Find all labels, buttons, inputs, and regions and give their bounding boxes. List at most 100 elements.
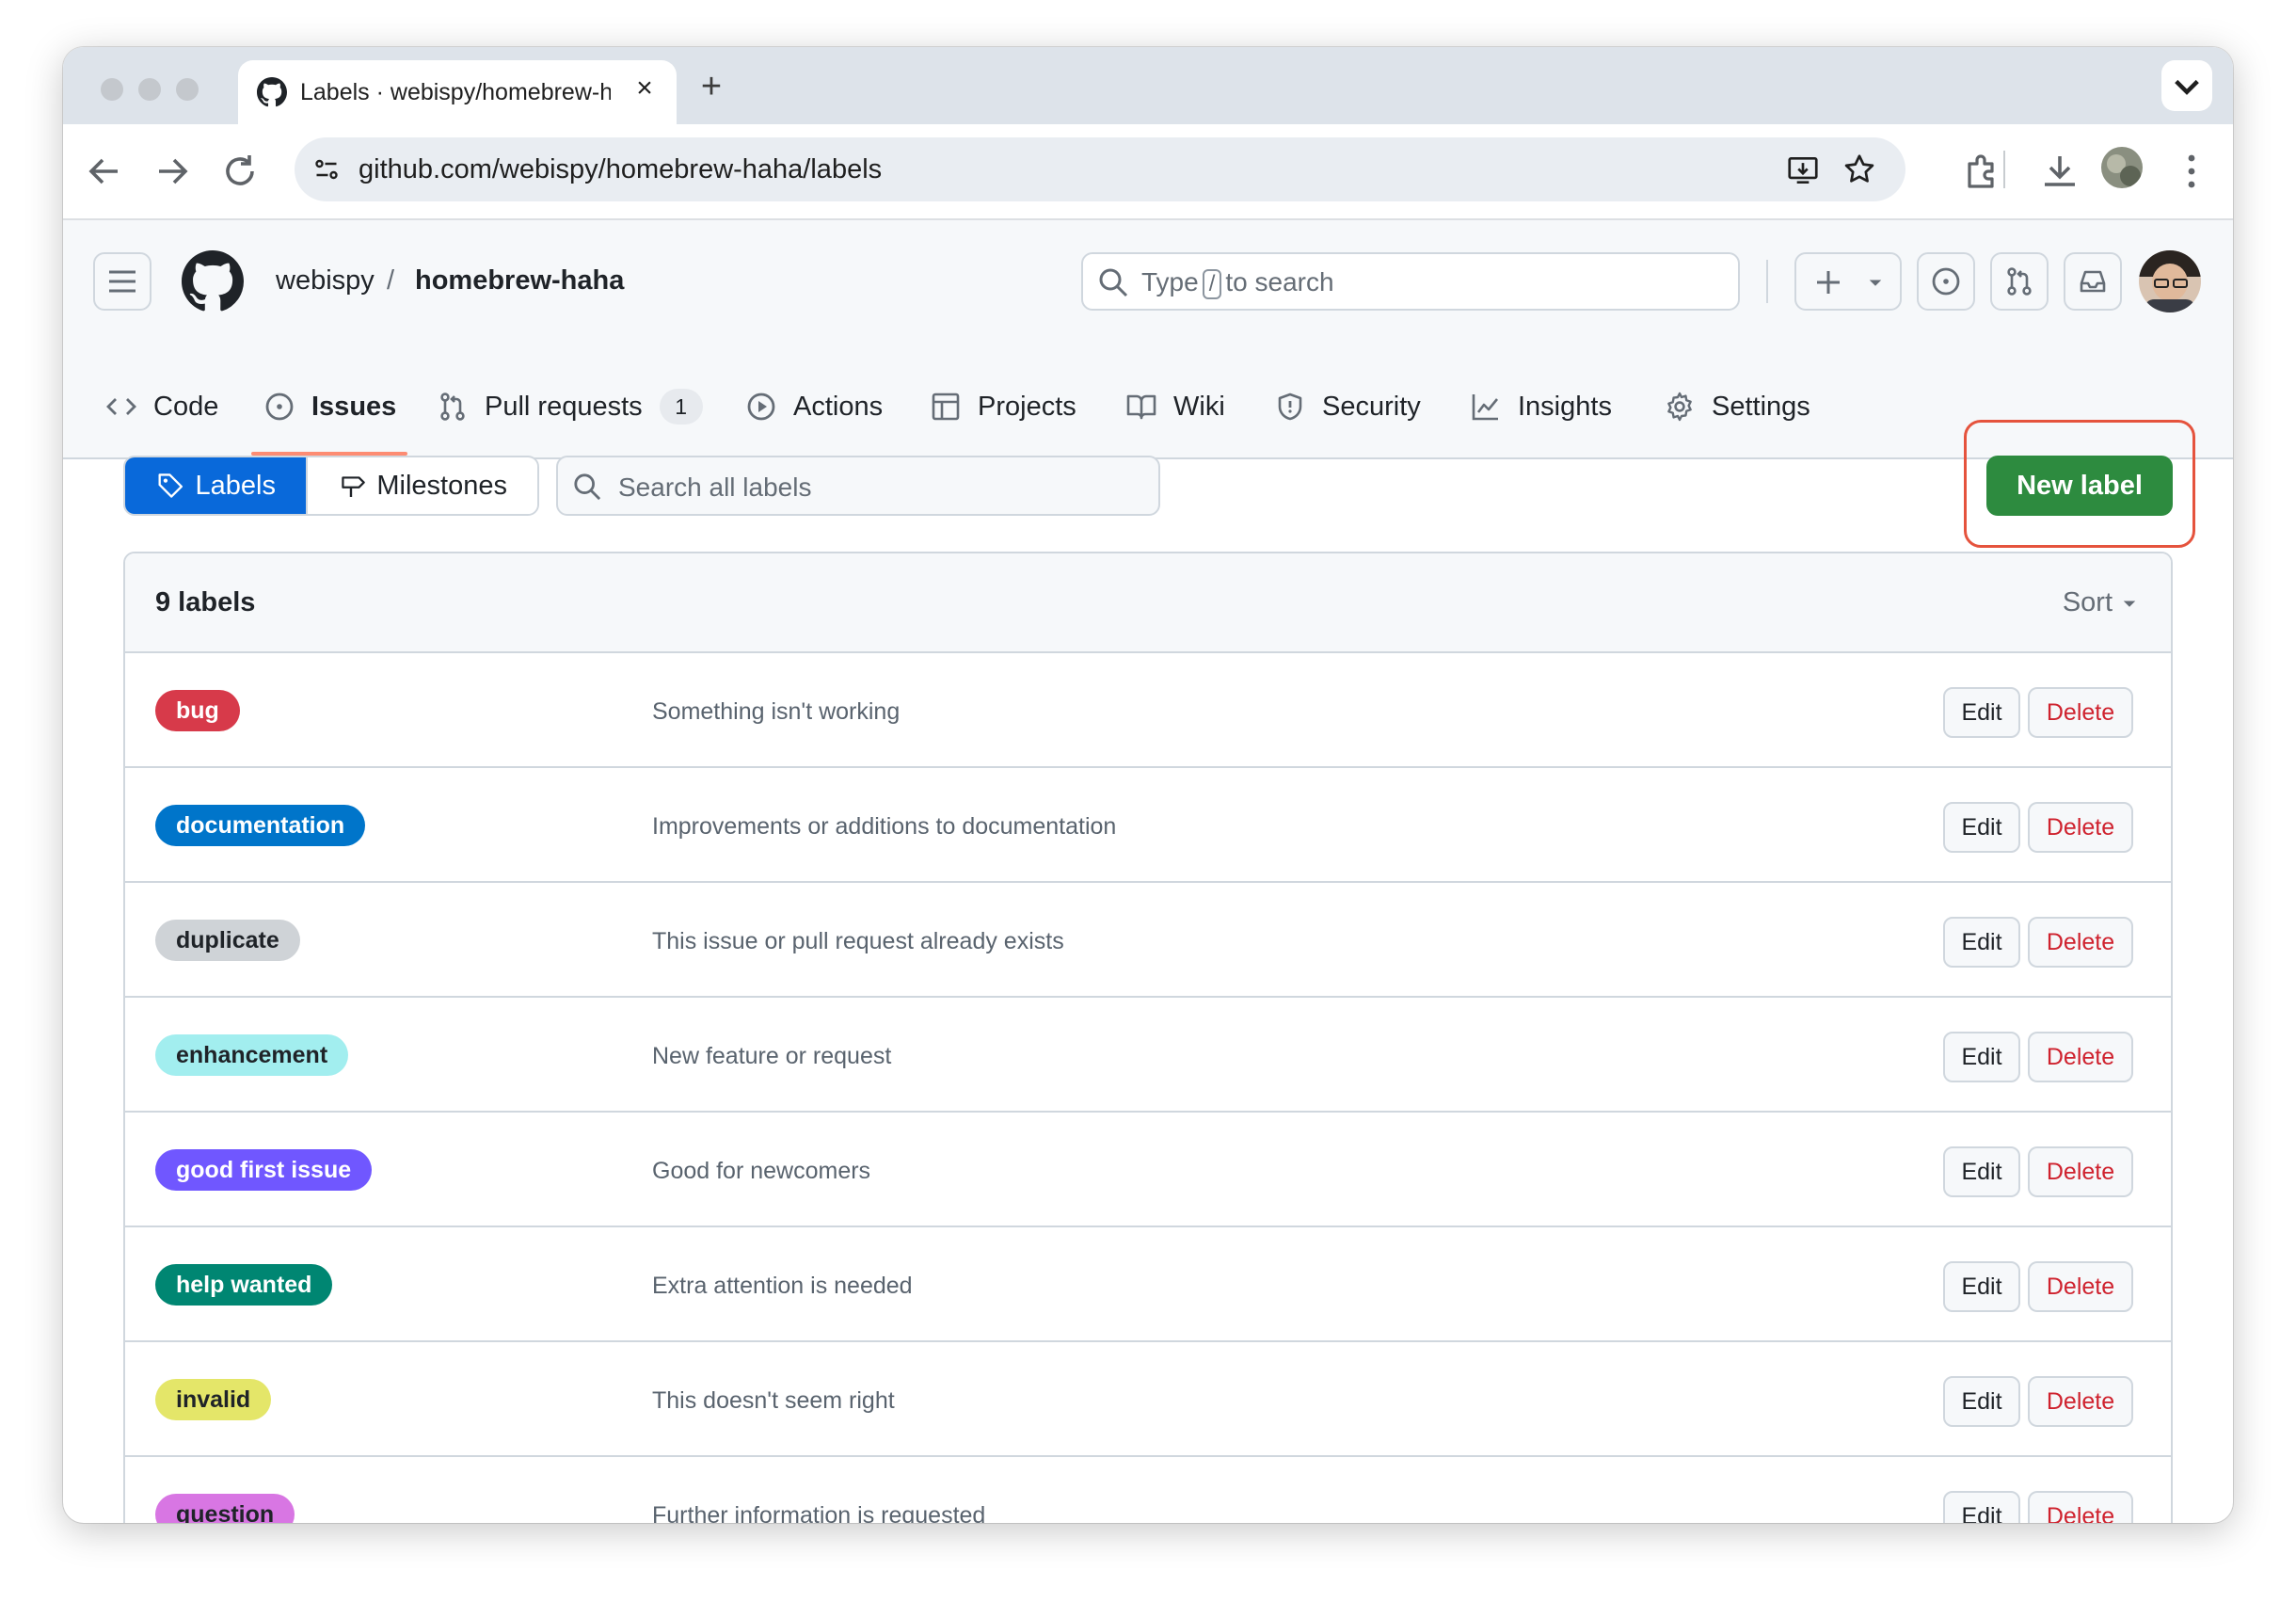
code-icon [106,398,136,415]
reload-icon[interactable] [217,149,263,194]
edit-label-button[interactable]: Edit [1943,1032,2020,1082]
tab-settings-label: Settings [1712,391,1810,422]
tab-wiki[interactable]: Wiki [1126,380,1225,433]
edit-label-button[interactable]: Edit [1943,802,2020,853]
graph-icon [1472,394,1499,421]
sort-dropdown[interactable]: Sort [2063,587,2139,618]
search-hint: Type / to search [1141,267,1334,299]
tab-settings[interactable]: Settings [1665,380,1810,433]
labels-milestones-switch: Labels Milestones [123,456,539,516]
delete-label-button[interactable]: Delete [2028,1261,2133,1312]
delete-label-button[interactable]: Delete [2028,1032,2133,1082]
tab-actions-label: Actions [793,391,884,422]
gear-icon [1667,392,1692,422]
browser-tab[interactable]: Labels · webispy/homebrew-haha × [238,60,677,124]
search-shortcut-key: / [1202,269,1222,299]
new-tab-icon[interactable]: + [690,66,733,109]
profile-avatar[interactable] [2101,147,2143,188]
pull-requests-button[interactable] [1990,252,2049,311]
label-pill[interactable]: duplicate [155,920,300,961]
tab-wiki-label: Wiki [1173,391,1225,422]
install-app-icon[interactable] [1785,152,1821,188]
tab-insights-label: Insights [1518,391,1612,422]
search-icon [1099,268,1128,297]
label-search-input[interactable]: Search all labels [556,456,1160,516]
label-pill[interactable]: enhancement [155,1034,349,1076]
label-pill[interactable]: bug [155,690,240,731]
label-description: This doesn't seem right [652,1387,895,1414]
download-icon[interactable] [2037,149,2082,194]
tab-pull-requests[interactable]: Pull requests 1 [438,380,703,433]
label-pill[interactable]: documentation [155,805,366,846]
create-new-button[interactable] [1794,252,1902,311]
inbox-button[interactable] [2064,252,2122,311]
git-pull-request-icon [440,392,465,421]
toolbar-divider [2003,151,2005,188]
label-row: documentation Improvements or additions … [125,768,2171,883]
git-pull-request-icon [2007,267,2032,296]
global-search-input[interactable]: Type / to search [1081,252,1740,311]
label-description: This issue or pull request already exist… [652,928,1064,954]
tab-close-icon[interactable]: × [630,73,660,104]
bookmark-star-icon[interactable] [1842,152,1877,187]
edit-label-button[interactable]: Edit [1943,917,2020,968]
labels-list-header: 9 labels Sort [125,553,2171,653]
label-description: Improvements or additions to documentati… [652,813,1117,840]
label-pill[interactable]: invalid [155,1379,272,1420]
tab-search-button[interactable] [2161,60,2212,111]
label-row: help wanted Extra attention is needed Ed… [125,1227,2171,1342]
issue-opened-icon [265,392,294,421]
label-pill[interactable]: question [155,1494,295,1523]
milestones-tab-button[interactable]: Milestones [306,457,537,514]
zoom-window-dot[interactable] [176,78,199,101]
extensions-icon[interactable] [1960,149,2005,194]
forward-icon[interactable] [150,149,195,194]
delete-label-button[interactable]: Delete [2028,917,2133,968]
tab-security[interactable]: Security [1275,380,1421,433]
repo-name-link[interactable]: homebrew-haha [415,265,624,296]
edit-label-button[interactable]: Edit [1943,1261,2020,1312]
play-icon [747,392,775,421]
search-icon [574,473,601,501]
table-icon [932,392,960,421]
github-logo-icon[interactable] [182,250,244,312]
edit-label-button[interactable]: Edit [1943,687,2020,738]
label-pill[interactable]: good first issue [155,1149,373,1191]
delete-label-button[interactable]: Delete [2028,802,2133,853]
repo-owner-link[interactable]: webispy [276,265,375,296]
shield-icon [1278,392,1302,421]
tab-projects[interactable]: Projects [931,380,1076,433]
labels-tab-label: Labels [195,470,276,501]
user-avatar[interactable] [2139,250,2201,312]
delete-label-button[interactable]: Delete [2028,1491,2133,1523]
menu-button[interactable] [93,252,151,311]
github-header: webispy / homebrew-haha Type/to search [63,220,2233,459]
minimize-window-dot[interactable] [138,78,161,101]
edit-label-button[interactable]: Edit [1943,1376,2020,1427]
tab-issues[interactable]: Issues [264,380,396,433]
new-label-button[interactable]: New label [1986,456,2173,516]
tab-strip: Labels · webispy/homebrew-haha × + [63,47,2233,124]
plus-icon [1817,271,1840,294]
tab-insights[interactable]: Insights [1471,380,1612,433]
caret-down-icon [2123,601,2136,607]
edit-label-button[interactable]: Edit [1943,1491,2020,1523]
edit-label-button[interactable]: Edit [1943,1146,2020,1197]
milestone-icon [342,476,365,497]
tab-code[interactable]: Code [106,380,218,433]
label-pill[interactable]: help wanted [155,1264,333,1306]
delete-label-button[interactable]: Delete [2028,687,2133,738]
delete-label-button[interactable]: Delete [2028,1146,2133,1197]
tab-code-label: Code [153,391,219,422]
issues-button[interactable] [1917,252,1975,311]
close-window-dot[interactable] [101,78,123,101]
labels-tab-button[interactable]: Labels [125,457,306,514]
back-icon[interactable] [82,149,127,194]
tab-actions[interactable]: Actions [746,380,883,433]
label-description: Something isn't working [652,698,901,725]
address-bar[interactable]: github.com/webispy/homebrew-haha/labels [295,137,1905,201]
label-description: New feature or request [652,1043,892,1069]
delete-label-button[interactable]: Delete [2028,1376,2133,1427]
site-info-icon[interactable] [310,152,343,186]
more-menu-icon[interactable] [2169,149,2214,194]
